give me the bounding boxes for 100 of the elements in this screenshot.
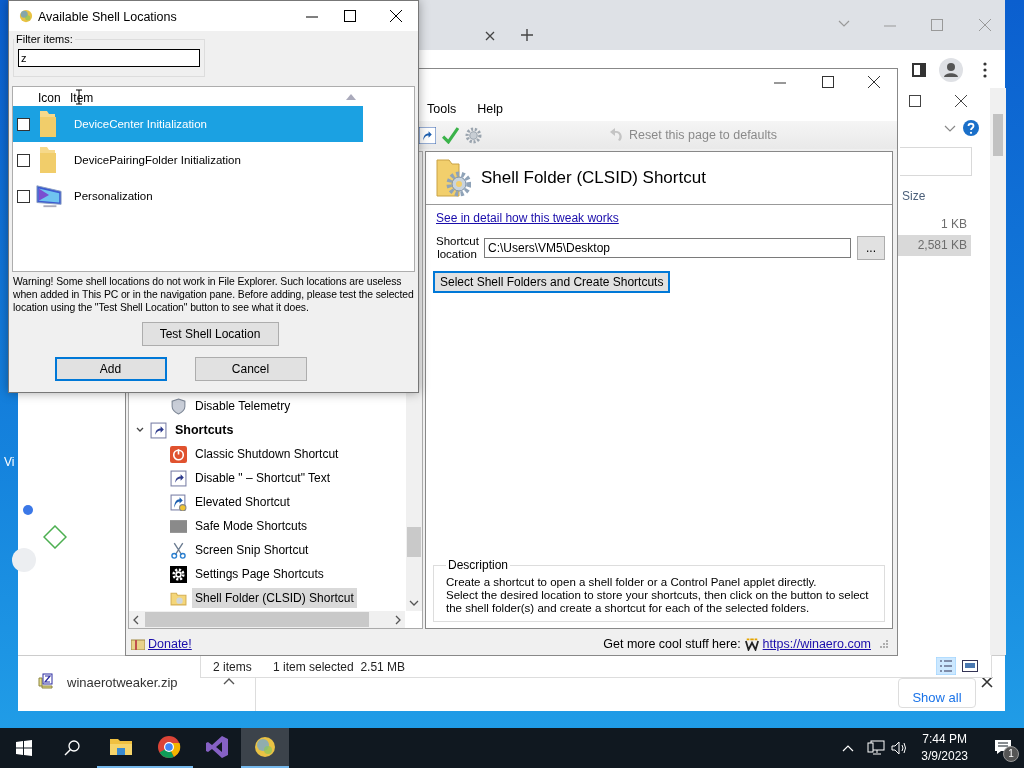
column-header[interactable]: Item bbox=[70, 91, 94, 105]
promo-text: Get more cool stuff here: bbox=[603, 637, 741, 651]
help-icon[interactable] bbox=[963, 120, 979, 136]
scroll-thumb[interactable] bbox=[145, 612, 369, 627]
file-size-cell[interactable]: 2,581 KB bbox=[896, 235, 971, 256]
search-field[interactable] bbox=[900, 147, 972, 176]
scissors-icon bbox=[170, 541, 187, 559]
description-text: Select the desired location to store your shortcuts, then click on the button to select the shell folder(s) and create a shortcut for each of the selected folders. bbox=[446, 589, 870, 615]
ribbon-icon bbox=[205, 735, 229, 759]
checkbox[interactable] bbox=[17, 189, 30, 203]
filter-field[interactable]: z bbox=[18, 49, 200, 67]
scroll-thumb[interactable] bbox=[407, 527, 421, 557]
dialog-button[interactable]: Add bbox=[54, 357, 167, 381]
chevron-icon[interactable] bbox=[395, 614, 401, 625]
browse-button[interactable]: ... bbox=[857, 236, 885, 260]
scroll-thumb[interactable] bbox=[993, 114, 1003, 156]
create-shortcuts-button[interactable]: Select Shell Folders and Create Shortcuts bbox=[433, 271, 671, 293]
donate-link[interactable]: Donate! bbox=[148, 637, 192, 651]
profile-icon[interactable] bbox=[939, 58, 963, 82]
logo-icon bbox=[744, 637, 759, 651]
search-icon[interactable] bbox=[64, 740, 80, 756]
dialog-button[interactable]: Cancel bbox=[194, 357, 307, 381]
website-link[interactable]: https://winaero.com bbox=[762, 637, 871, 651]
shield-icon bbox=[170, 397, 187, 415]
file-size-cell[interactable]: 1 KB bbox=[896, 214, 971, 235]
close-icon[interactable] bbox=[390, 10, 402, 22]
tree-item[interactable]: Classic Shutdown Shortcut bbox=[192, 444, 342, 464]
chevron-icon[interactable] bbox=[133, 614, 139, 625]
checkmark-icon[interactable] bbox=[442, 126, 459, 144]
menu-item[interactable]: Tools bbox=[427, 102, 457, 116]
shortcut-icon[interactable] bbox=[419, 126, 436, 144]
shortcut-icon bbox=[170, 493, 187, 511]
list-item[interactable]: DevicePairingFolder Initialization bbox=[13, 142, 363, 178]
power-icon bbox=[170, 445, 187, 463]
maximize-icon[interactable] bbox=[909, 95, 921, 107]
download-item[interactable]: winaerotweaker.zip bbox=[67, 675, 178, 690]
location-field[interactable]: C:\Users\VM5\Desktop bbox=[484, 238, 852, 258]
chevron-icon[interactable] bbox=[409, 600, 419, 606]
maximize-icon[interactable] bbox=[822, 76, 834, 88]
close-icon[interactable] bbox=[981, 676, 993, 688]
undo-icon bbox=[608, 127, 624, 143]
tree-item[interactable]: Disable Telemetry bbox=[192, 396, 294, 416]
resize-grip-icon[interactable] bbox=[879, 639, 889, 649]
time-text: 7:44 PM bbox=[922, 731, 967, 748]
test-button[interactable]: Test Shell Location bbox=[141, 322, 279, 346]
network-icon[interactable] bbox=[867, 740, 886, 756]
scrollbar[interactable] bbox=[129, 611, 405, 628]
tree-item[interactable]: Settings Page Shortcuts bbox=[192, 564, 327, 584]
gift-icon bbox=[131, 638, 145, 650]
list-item[interactable]: Personalization bbox=[13, 178, 363, 214]
close-icon[interactable] bbox=[485, 31, 495, 41]
app-icon bbox=[253, 735, 277, 759]
clock[interactable]: 7:44 PM 3/9/2023 bbox=[921, 731, 968, 765]
detail-link[interactable]: See in detail how this tweak works bbox=[436, 211, 885, 225]
warning-text: Warning! Some shell locations do not work in File Explorer. Such locations are useless when added in This PC or in the navigation pane. Before adding, please test the selected location using the "Test Shell Location" button to see what it does. bbox=[13, 275, 415, 314]
side-panel-icon[interactable] bbox=[912, 63, 926, 77]
page-title: Shell Folder (CLSID) Shortcut bbox=[481, 168, 706, 188]
description-text: Create a shortcut to open a shell folder or a Control Panel applet directly. bbox=[446, 576, 818, 589]
group-title: Filter items: bbox=[15, 33, 74, 45]
field-label: Shortcut location bbox=[436, 235, 478, 261]
scrollbar[interactable] bbox=[990, 88, 1006, 655]
details-view-icon[interactable] bbox=[936, 657, 956, 675]
folder-gear-icon bbox=[435, 156, 471, 200]
maximize-icon[interactable] bbox=[344, 10, 356, 22]
show-all-button[interactable]: Show all bbox=[898, 678, 976, 708]
zip-file-icon bbox=[38, 673, 54, 689]
menu-item[interactable]: Help bbox=[477, 102, 503, 116]
plus-icon[interactable] bbox=[521, 29, 533, 41]
checkbox[interactable] bbox=[17, 117, 30, 131]
tree-item[interactable]: Safe Mode Shortcuts bbox=[192, 516, 311, 536]
desktop-icon-label[interactable]: Vi bbox=[4, 455, 15, 469]
menu-icon[interactable] bbox=[983, 62, 987, 78]
status-text: 2 items bbox=[213, 660, 252, 674]
browser-icon bbox=[157, 735, 181, 759]
close-icon[interactable] bbox=[955, 95, 967, 107]
circle-icon bbox=[12, 548, 36, 572]
diamond-icon bbox=[43, 525, 67, 549]
date-text: 3/9/2023 bbox=[921, 748, 968, 765]
tree-item[interactable]: Shortcuts bbox=[172, 420, 237, 440]
checkbox[interactable] bbox=[17, 153, 30, 167]
start-icon[interactable] bbox=[16, 740, 32, 756]
tree-item[interactable]: Screen Snip Shortcut bbox=[192, 540, 312, 560]
tree-item[interactable]: Elevated Shortcut bbox=[192, 492, 293, 512]
app-icon bbox=[19, 9, 33, 23]
shortcut-icon bbox=[170, 469, 187, 487]
group-title: Description bbox=[447, 558, 510, 572]
shortcut-icon bbox=[150, 421, 167, 439]
large-icons-view-icon[interactable] bbox=[962, 660, 978, 672]
tree-item[interactable]: Shell Folder (CLSID) Shortcut bbox=[192, 588, 357, 608]
tree-item[interactable]: Disable " – Shortcut" Text bbox=[192, 468, 334, 488]
window-title: Available Shell Locations bbox=[38, 10, 177, 24]
close-icon[interactable] bbox=[868, 76, 880, 88]
settings-icon bbox=[170, 565, 187, 583]
status-text: 1 item selected 2.51 MB bbox=[273, 660, 406, 674]
column-header[interactable]: Size bbox=[902, 189, 926, 203]
square-icon bbox=[170, 517, 187, 535]
column-header[interactable]: Icon bbox=[38, 91, 61, 105]
notifications-button[interactable]: 1 bbox=[984, 728, 1024, 768]
dot-icon bbox=[23, 505, 33, 515]
taskbar-app[interactable] bbox=[241, 728, 289, 768]
